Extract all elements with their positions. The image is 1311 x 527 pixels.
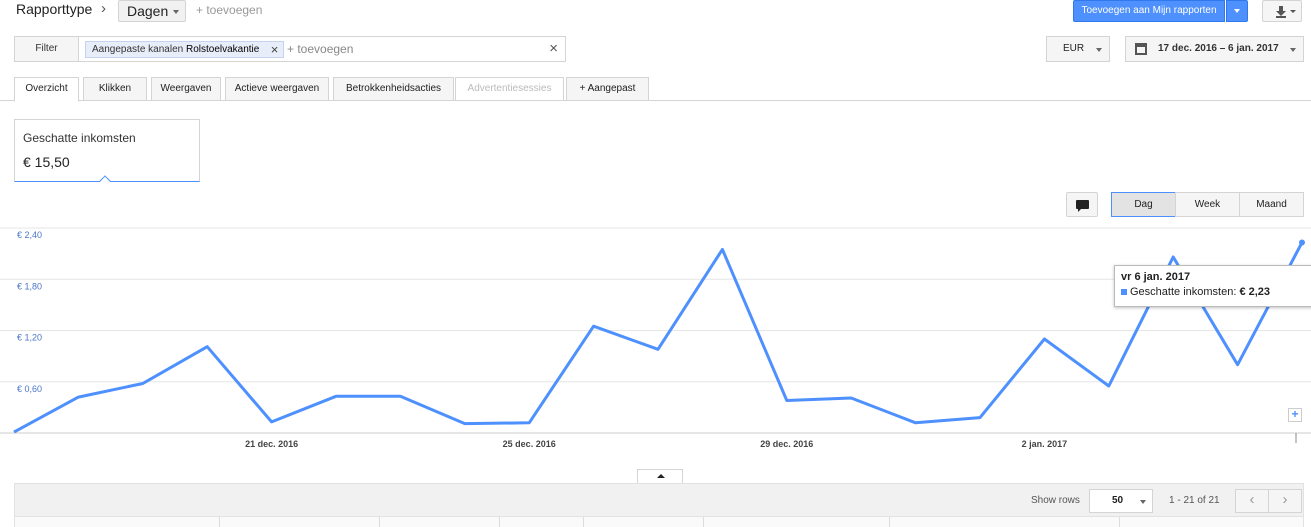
add-to-my-reports-button[interactable]: Toevoegen aan Mijn rapporten [1073, 0, 1225, 22]
rows-per-page-value: 50 [1112, 495, 1124, 506]
scorecard-label: Geschatte inkomsten [23, 131, 136, 145]
x-tick-label: 21 dec. 2016 [245, 439, 298, 449]
y-tick-label: € 2,40 [17, 230, 42, 240]
table-toolbar: Show rows 50 1 - 21 of 21 ‹ › [14, 483, 1304, 517]
tooltip-row: Geschatte inkomsten: € 2,23 [1121, 286, 1306, 298]
data-point [784, 398, 790, 404]
series-line [13, 241, 1304, 434]
caret-down-icon [1234, 9, 1240, 13]
calendar-icon [1135, 43, 1147, 55]
add-to-reports-dropdown[interactable] [1226, 0, 1248, 22]
x-tick-label: 29 dec. 2016 [760, 439, 813, 449]
scorecard-value: € 15,50 [23, 154, 70, 170]
annotation-button[interactable] [1066, 192, 1098, 217]
data-point [397, 393, 403, 399]
data-point [1041, 336, 1047, 342]
tab-betrokkenheidsacties[interactable]: Betrokkenheidsacties [333, 77, 454, 101]
period-select-value: Dagen [127, 3, 169, 19]
rows-per-page-select[interactable]: 50 [1089, 489, 1153, 513]
y-tick-label: € 0,60 [17, 384, 42, 394]
tab-actieve-weergaven[interactable]: Actieve weergaven [225, 77, 329, 101]
data-point [526, 420, 532, 426]
scorecard-pointer [99, 175, 111, 187]
caret-down-icon [1096, 48, 1102, 52]
row-range-label: 1 - 21 of 21 [1169, 495, 1220, 506]
period-select[interactable]: Dagen [118, 0, 186, 22]
tab-advertentiesessies: Advertentiesessies [455, 77, 564, 101]
granularity-month[interactable]: Maand [1239, 192, 1304, 217]
data-point [719, 246, 725, 252]
table-header [14, 517, 1304, 527]
caret-down-icon [1290, 48, 1296, 52]
column-divider [219, 517, 220, 527]
data-point [655, 346, 661, 352]
x-tick-label: 2 jan. 2017 [1022, 439, 1068, 449]
column-divider [703, 517, 704, 527]
column-divider [583, 517, 584, 527]
tooltip-value: € 2,23 [1239, 286, 1271, 298]
report-type-title: Rapporttype [16, 1, 93, 17]
data-point [333, 393, 339, 399]
tab-klikken[interactable]: Klikken [83, 77, 147, 101]
data-point [977, 415, 983, 421]
caret-down-icon [173, 10, 179, 14]
data-point [269, 419, 275, 425]
scorecard-estimated-earnings[interactable]: Geschatte inkomsten € 15,50 [14, 119, 200, 187]
prev-page-button[interactable]: ‹ [1235, 489, 1269, 513]
column-divider [499, 517, 500, 527]
data-point [75, 394, 81, 400]
granularity-day[interactable]: Dag [1111, 192, 1176, 217]
caret-down-icon [1140, 500, 1146, 504]
collapse-chart-toggle[interactable] [637, 469, 683, 483]
x-tick-label: 25 dec. 2016 [503, 439, 556, 449]
filter-chip-prefix: Aangepaste kanalen [92, 44, 184, 55]
currency-select[interactable]: EUR [1046, 36, 1110, 62]
tab-weergaven[interactable]: Weergaven [151, 77, 221, 101]
column-divider [1119, 517, 1120, 527]
filter-bar: Filter Aangepaste kanalen Rolstoelvakant… [14, 36, 566, 62]
show-rows-label: Show rows [1031, 495, 1080, 506]
data-point [11, 429, 17, 435]
data-point [848, 395, 854, 401]
tooltip-date: vr 6 jan. 2017 [1121, 271, 1191, 283]
filter-button[interactable]: Filter [15, 37, 79, 61]
earnings-line-chart: € 2,40 € 1,80 € 1,20 € 0,60 21 dec. 2016 25 d… [0, 227, 1311, 449]
tooltip-label: Geschatte inkomsten: [1130, 286, 1237, 298]
y-tick-label: € 1,80 [17, 281, 42, 291]
data-point [1299, 239, 1305, 246]
data-point [204, 344, 210, 350]
filter-add-input[interactable]: + toevoegen [287, 42, 353, 56]
currency-value: EUR [1063, 43, 1085, 54]
data-point [462, 421, 468, 427]
clear-filter-icon[interactable]: × [549, 40, 558, 57]
download-button[interactable] [1262, 0, 1302, 22]
add-annotation-plus-icon[interactable]: + [1288, 408, 1302, 422]
add-link[interactable]: + toevoegen [196, 3, 262, 17]
column-divider [379, 517, 380, 527]
tab-overzicht[interactable]: Overzicht [14, 77, 79, 102]
tab-aangepast[interactable]: + Aangepast [566, 77, 649, 101]
y-tick-label: € 1,20 [17, 333, 42, 343]
data-point [1235, 362, 1241, 368]
data-point [913, 420, 919, 426]
chevron-right-icon: › [101, 0, 106, 17]
comment-icon [1076, 200, 1089, 212]
filter-chip[interactable]: Aangepaste kanalen Rolstoelvakantie × [85, 41, 285, 58]
filter-chip-value: Rolstoelvakantie [185, 44, 260, 55]
data-point [1170, 254, 1176, 260]
data-point [591, 323, 597, 329]
granularity-week[interactable]: Week [1175, 192, 1240, 217]
date-range-select[interactable]: 17 dec. 2016 – 6 jan. 2017 [1125, 36, 1304, 62]
data-point [1106, 383, 1112, 389]
next-page-button[interactable]: › [1268, 489, 1302, 513]
date-range-value: 17 dec. 2016 – 6 jan. 2017 [1158, 43, 1279, 54]
remove-filter-icon[interactable]: × [271, 42, 279, 57]
data-point [140, 380, 146, 386]
series-color-swatch [1121, 289, 1127, 296]
download-icon [1276, 6, 1296, 18]
chart-tooltip: vr 6 jan. 2017 Geschatte inkomsten: € 2,… [1114, 265, 1311, 307]
column-divider [889, 517, 890, 527]
